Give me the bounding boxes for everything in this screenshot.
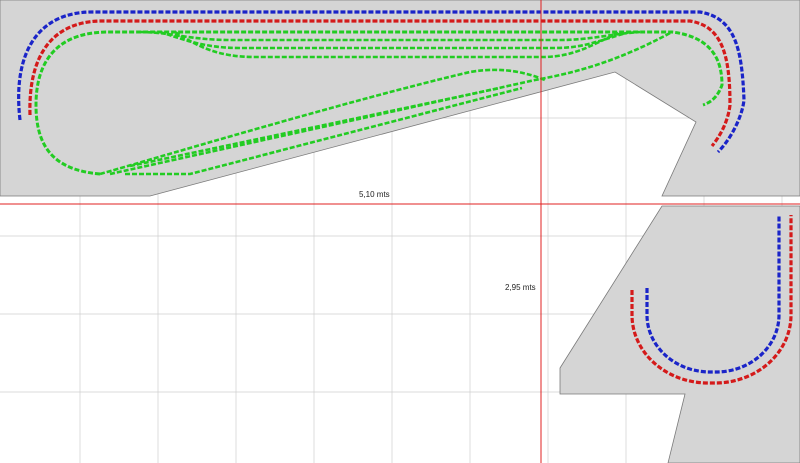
lower-baseboard (559, 205, 800, 463)
height-label: 2,95 mts (505, 283, 536, 292)
layout-plan-canvas: 5,10 mts 2,95 mts (0, 0, 800, 463)
baseboards (0, 0, 800, 463)
upper-baseboard (0, 0, 800, 197)
width-label: 5,10 mts (359, 190, 390, 199)
